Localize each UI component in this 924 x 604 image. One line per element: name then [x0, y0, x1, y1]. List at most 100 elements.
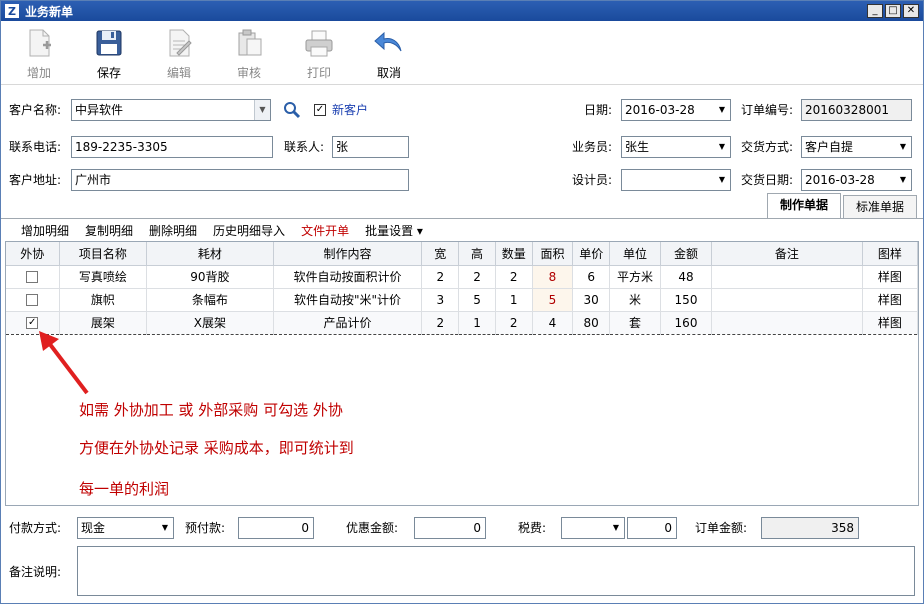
table-cell[interactable]: 样图: [862, 288, 919, 312]
column-header[interactable]: 单位: [609, 242, 662, 266]
prepaid-field[interactable]: 0: [238, 517, 314, 539]
table-cell[interactable]: 3: [421, 288, 460, 312]
column-header[interactable]: 数量: [495, 242, 533, 266]
close-button[interactable]: ✕: [903, 4, 919, 18]
salesperson-select[interactable]: 张生 ▼: [621, 136, 731, 158]
table-cell[interactable]: 平方米: [609, 265, 662, 289]
customer-name-combo[interactable]: 中异软件 ▼: [71, 99, 271, 121]
table-cell[interactable]: 2: [421, 265, 460, 289]
address-field[interactable]: 广州市: [71, 169, 409, 191]
table-cell[interactable]: [711, 310, 863, 335]
tax-type-select[interactable]: ▼: [561, 517, 625, 539]
new-customer-checkbox[interactable]: ✓: [314, 104, 326, 116]
table-cell[interactable]: 160: [660, 310, 712, 335]
tab-production-order[interactable]: 制作单据: [766, 193, 841, 219]
table-cell[interactable]: 90背胶: [146, 265, 274, 289]
table-cell[interactable]: 4: [532, 310, 574, 335]
phone-field[interactable]: 189-2235-3305: [71, 136, 273, 158]
contact-field[interactable]: 张: [332, 136, 409, 158]
table-cell[interactable]: 150: [660, 288, 712, 312]
delivery-method-label: 交货方式:: [741, 140, 794, 154]
delivery-method-select[interactable]: 客户自提 ▼: [801, 136, 912, 158]
add-detail-button[interactable]: 增加明细: [21, 222, 69, 239]
chevron-down-icon[interactable]: ▼: [608, 518, 624, 538]
designer-select[interactable]: ▼: [621, 169, 731, 191]
table-cell[interactable]: 软件自动按"米"计价: [273, 288, 423, 312]
file-order-button[interactable]: 文件开单: [301, 222, 349, 239]
delete-detail-button[interactable]: 删除明细: [149, 222, 197, 239]
outsource-checkbox[interactable]: [26, 271, 39, 283]
table-cell[interactable]: 6: [572, 265, 611, 289]
column-header[interactable]: 图样: [862, 242, 919, 266]
table-cell[interactable]: 2: [495, 265, 533, 289]
column-header[interactable]: 制作内容: [273, 242, 423, 266]
review-button[interactable]: 审核: [219, 27, 279, 83]
date-picker[interactable]: 2016-03-28 ▼: [621, 99, 731, 121]
column-header[interactable]: 耗材: [146, 242, 274, 266]
batch-settings-button[interactable]: 批量设置 ▾: [365, 222, 423, 239]
table-cell[interactable]: 米: [609, 288, 662, 312]
copy-detail-button[interactable]: 复制明细: [85, 222, 133, 239]
table-cell[interactable]: 产品计价: [273, 310, 423, 335]
chevron-down-icon[interactable]: ▼: [714, 100, 730, 120]
delivery-date-picker[interactable]: 2016-03-28 ▼: [801, 169, 912, 191]
maximize-button[interactable]: □: [885, 4, 901, 18]
payment-method-select[interactable]: 现金 ▼: [77, 517, 174, 539]
table-cell[interactable]: 30: [572, 288, 611, 312]
table-cell[interactable]: 写真喷绘: [59, 265, 148, 289]
table-cell[interactable]: 软件自动按面积计价: [273, 265, 423, 289]
search-icon[interactable]: [283, 101, 301, 119]
save-button[interactable]: 保存: [79, 27, 139, 83]
table-cell[interactable]: 样图: [862, 265, 919, 289]
table-cell[interactable]: 2: [495, 310, 533, 335]
table-cell[interactable]: 8: [532, 265, 574, 289]
table-cell[interactable]: 2: [421, 310, 460, 335]
print-button[interactable]: 打印: [289, 27, 349, 83]
chevron-down-icon[interactable]: ▼: [714, 170, 730, 190]
table-cell[interactable]: 旗帜: [59, 288, 148, 312]
table-cell[interactable]: 套: [609, 310, 662, 335]
chevron-down-icon[interactable]: ▼: [895, 137, 911, 157]
tab-standard-order[interactable]: 标准单据: [842, 195, 917, 219]
table-row[interactable]: 写真喷绘 90背胶 软件自动按面积计价 2 2 2 8 6 平方米 48 样图: [6, 265, 919, 289]
column-header[interactable]: 宽: [421, 242, 460, 266]
table-cell[interactable]: 样图: [862, 310, 919, 335]
table-cell[interactable]: 80: [572, 310, 611, 335]
table-cell[interactable]: 5: [458, 288, 496, 312]
table-cell[interactable]: 条幅布: [146, 288, 274, 312]
table-cell[interactable]: 1: [458, 310, 496, 335]
add-button[interactable]: 增加: [9, 27, 69, 83]
table-cell[interactable]: 2: [458, 265, 496, 289]
outsource-checkbox-checked[interactable]: ✓: [26, 317, 39, 329]
column-header[interactable]: 外协: [6, 242, 60, 266]
import-history-button[interactable]: 历史明细导入: [213, 222, 285, 239]
remark-textarea[interactable]: [77, 546, 915, 596]
column-header[interactable]: 面积: [532, 242, 574, 266]
discount-field[interactable]: 0: [414, 517, 486, 539]
outsource-cell[interactable]: [6, 265, 60, 289]
column-header[interactable]: 高: [458, 242, 496, 266]
new-customer-label[interactable]: 新客户: [332, 99, 368, 121]
chevron-down-icon[interactable]: ▼: [895, 170, 911, 190]
column-header[interactable]: 金额: [660, 242, 712, 266]
table-cell[interactable]: 48: [660, 265, 712, 289]
table-cell[interactable]: [711, 265, 863, 289]
table-row-selected[interactable]: ✓ 展架 X展架 产品计价 2 1 2 4 80 套 160 样图: [6, 310, 919, 335]
column-header[interactable]: 项目名称: [59, 242, 148, 266]
column-header[interactable]: 备注: [711, 242, 863, 266]
table-row[interactable]: 旗帜 条幅布 软件自动按"米"计价 3 5 1 5 30 米 150 样图: [6, 288, 919, 312]
table-cell[interactable]: X展架: [146, 310, 274, 335]
table-cell[interactable]: 5: [532, 288, 574, 312]
chevron-down-icon[interactable]: ▼: [714, 137, 730, 157]
minimize-button[interactable]: _: [867, 4, 883, 18]
edit-button[interactable]: 编辑: [149, 27, 209, 83]
table-cell[interactable]: 1: [495, 288, 533, 312]
outsource-checkbox[interactable]: [26, 294, 39, 306]
tax-field[interactable]: 0: [627, 517, 677, 539]
chevron-down-icon[interactable]: ▼: [157, 518, 173, 538]
table-cell[interactable]: [711, 288, 863, 312]
cancel-button[interactable]: 取消: [359, 27, 419, 83]
chevron-down-icon[interactable]: ▼: [254, 100, 270, 120]
outsource-cell[interactable]: [6, 288, 60, 312]
column-header[interactable]: 单价: [572, 242, 611, 266]
